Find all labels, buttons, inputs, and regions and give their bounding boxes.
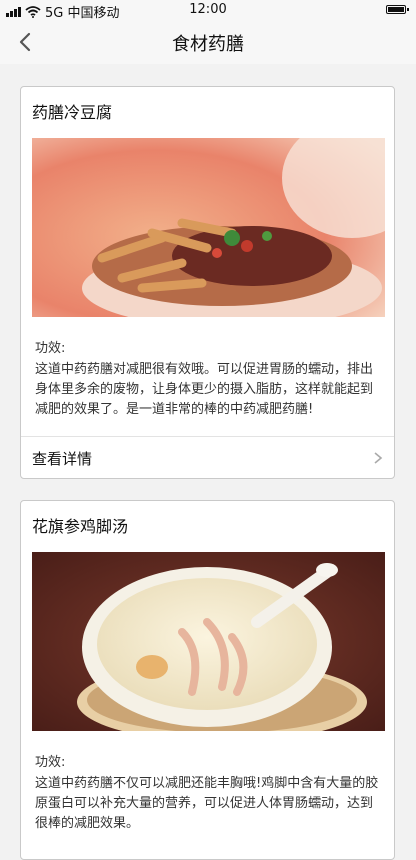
effect-label: 功效: (35, 341, 66, 356)
card-title: 花旗参鸡脚汤 (32, 517, 129, 536)
effect-text: 这道中药药膳对减肥很有效哦。可以促进胃肠的蠕动，排出身体里多余的废物，让身体更少… (35, 362, 374, 417)
recipe-card[interactable]: 花旗参鸡脚汤 功效: 这道中药药膳不仅可以减肥还能丰胸哦!鸡脚中含有大量的胶原蛋… (20, 500, 395, 860)
view-details-label: 查看详情 (32, 450, 93, 468)
page-title: 食材药膳 (172, 34, 244, 55)
card-title: 药膳冷豆腐 (32, 103, 113, 122)
view-details-button[interactable]: 查看详情 (21, 436, 394, 479)
nav-bar: 食材药膳 (0, 20, 416, 64)
recipe-image (32, 552, 385, 731)
chevron-right-icon (374, 452, 383, 464)
recipe-image (32, 138, 385, 317)
status-bar: 5G 中国移动 12:00 (0, 0, 416, 21)
effect-label: 功效: (35, 755, 66, 770)
status-time: 12:00 (189, 2, 227, 17)
recipe-card[interactable]: 药膳冷豆腐 功效: 这道中药药膳对减肥很有效哦。可以促进胃肠的蠕动，排出身体里多… (20, 86, 395, 479)
battery-icon (386, 5, 409, 14)
effect-text: 这道中药药膳不仅可以减肥还能丰胸哦!鸡脚中含有大量的胶原蛋白可以补充大量的营养，… (35, 776, 379, 831)
